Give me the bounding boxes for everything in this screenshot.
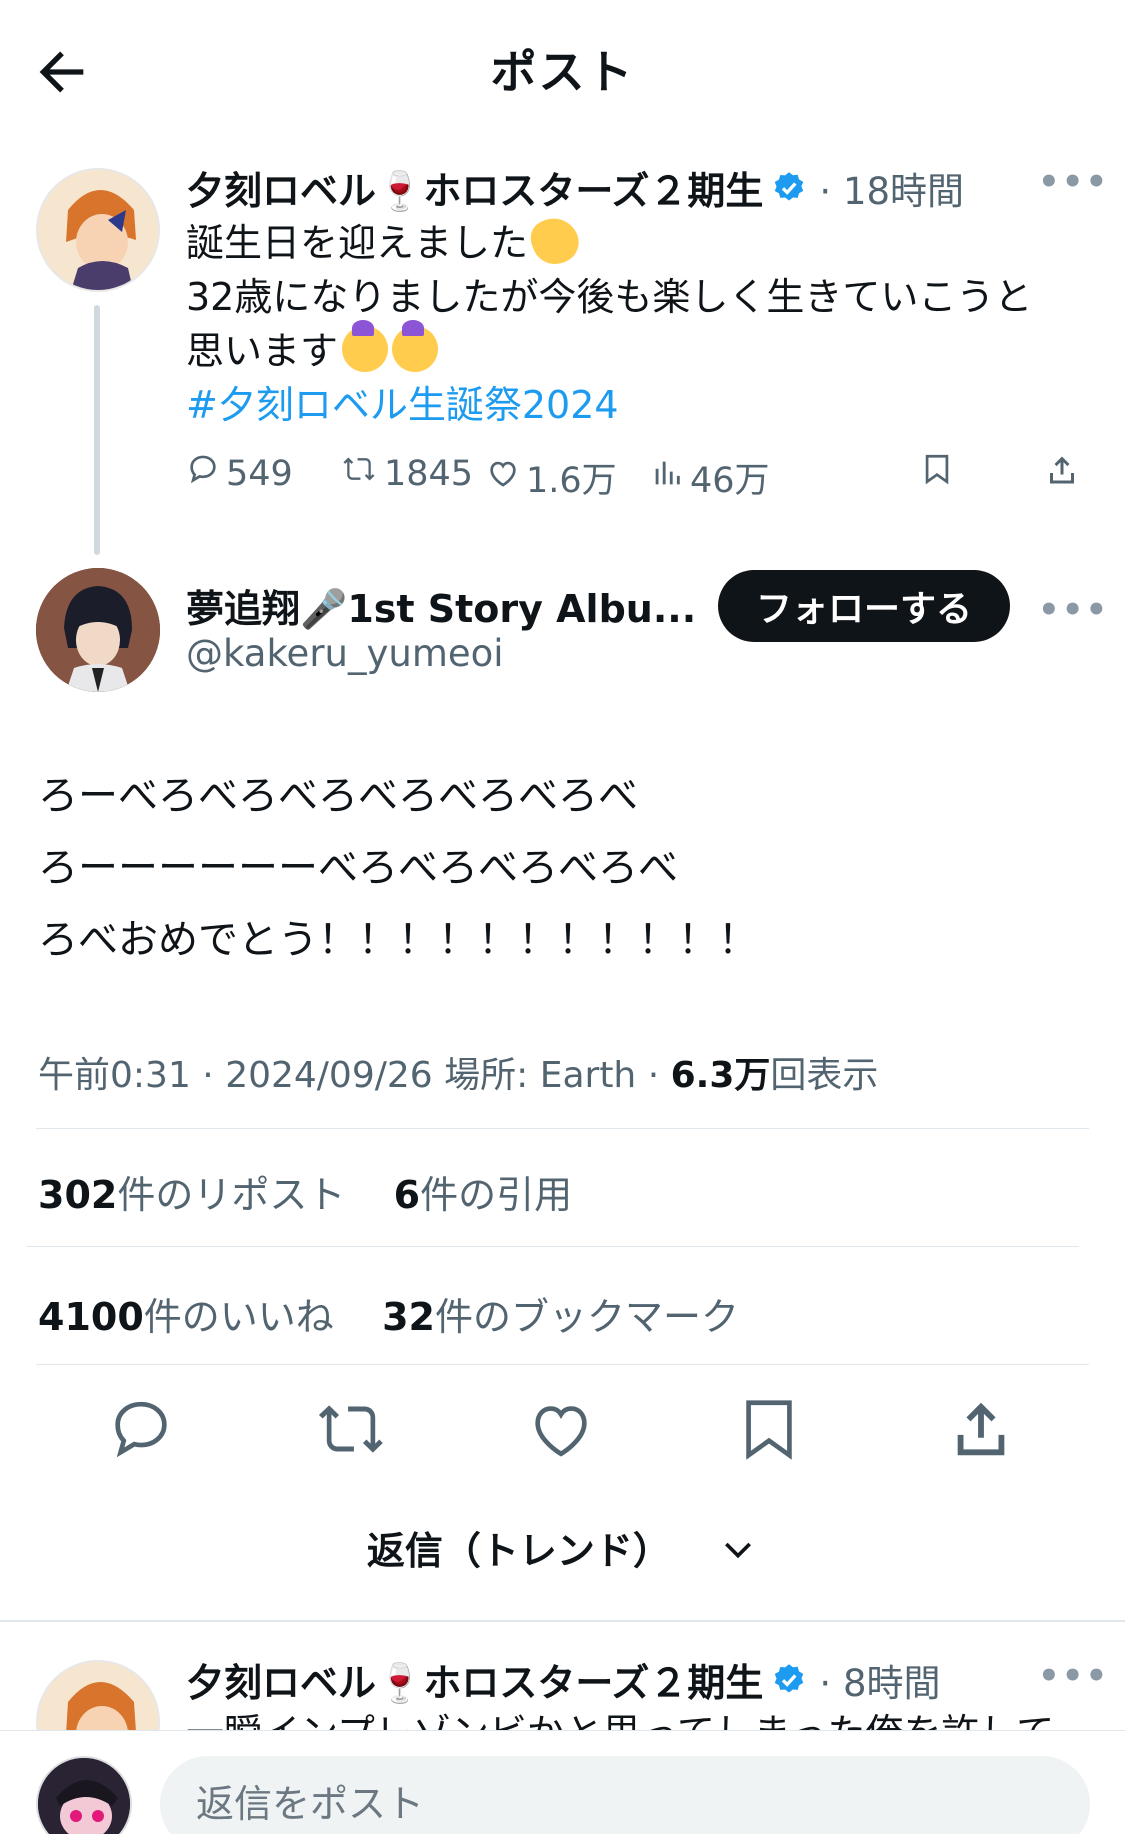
- parent-post-time: 18時間: [842, 169, 965, 213]
- reply-header: 夕刻ロベル🍷ホロスターズ２期生 · 8時間: [186, 1652, 941, 1707]
- reply-time: 8時間: [842, 1661, 941, 1705]
- likes-stat-count: 4100: [38, 1295, 144, 1339]
- views-icon: [650, 456, 690, 499]
- parent-post-line-1: 誕生日を迎えました: [186, 221, 529, 265]
- likes-stat[interactable]: 4100件のいいね: [38, 1295, 334, 1339]
- bookmarks-stat[interactable]: 32件のブックマーク: [382, 1295, 739, 1339]
- repost-count: 1845: [384, 453, 474, 494]
- chevron-down-icon: [718, 1529, 758, 1578]
- views-button[interactable]: 46万: [650, 452, 770, 503]
- parent-post-line-2: 32歳になりましたが今後も楽しく生きていこうと: [186, 275, 1033, 319]
- more-icon[interactable]: •••: [1038, 590, 1109, 630]
- likes-stat-label: 件のいいね: [143, 1295, 334, 1339]
- parent-post-author[interactable]: 夕刻ロベル🍷ホロスターズ２期生: [186, 160, 763, 215]
- divider: [36, 1364, 1089, 1365]
- parent-post-header: 夕刻ロベル🍷ホロスターズ２期生 · 18時間: [186, 160, 964, 215]
- main-post-handle[interactable]: @kakeru_yumeoi: [186, 632, 504, 675]
- parent-post-line-3: 思います: [186, 329, 339, 373]
- reply-count: 549: [226, 453, 293, 494]
- main-post-author[interactable]: 夢追翔🎤1st Story Albu...: [186, 578, 696, 633]
- parent-post-avatar[interactable]: [36, 168, 160, 292]
- like-icon[interactable]: [526, 1394, 596, 1464]
- replies-sort-toggle[interactable]: 返信（トレンド）: [0, 1520, 1125, 1578]
- reply-button[interactable]: 549: [186, 452, 293, 495]
- post-place: 場所: Earth: [444, 1055, 637, 1096]
- reply-input[interactable]: [160, 1756, 1090, 1834]
- post-views-count: 6.3万: [670, 1055, 771, 1096]
- party-face-emoji-icon: [342, 320, 389, 372]
- main-post-action-bar: [0, 1394, 1125, 1464]
- more-icon[interactable]: •••: [1038, 162, 1109, 202]
- views-count: 46万: [690, 461, 770, 501]
- reply-icon[interactable]: [106, 1394, 176, 1464]
- post-views-label: 回表示: [770, 1055, 879, 1096]
- reply-icon: [186, 452, 226, 495]
- quotes-stat-label: 件の引用: [420, 1173, 573, 1217]
- quotes-stat-count: 6: [393, 1173, 421, 1217]
- follow-button[interactable]: フォローする: [718, 570, 1010, 642]
- reposts-stat-label: 件のリポスト: [117, 1173, 346, 1217]
- repost-icon: [340, 452, 384, 495]
- parent-post-actions: 549 1845 1.6万 46万: [186, 452, 1086, 502]
- reposts-stat[interactable]: 302件のリポスト: [38, 1173, 345, 1217]
- stats-row-likes: 4100件のいいね 32件のブックマーク: [38, 1286, 739, 1341]
- party-face-emoji-icon: [392, 320, 439, 372]
- main-post-text: ろーべろべろべろべろべろべろべ ろーーーーーーべろべろべろべろべ ろべおめでとう…: [38, 773, 758, 963]
- bookmark-icon[interactable]: [734, 1394, 804, 1464]
- more-icon[interactable]: •••: [1038, 1656, 1109, 1696]
- repost-button[interactable]: 1845: [340, 452, 473, 495]
- post-time[interactable]: 午前0:31: [38, 1055, 191, 1096]
- replies-sort-label: 返信（トレンド）: [366, 1529, 671, 1573]
- page-title: ポスト: [490, 45, 635, 99]
- bookmark-icon[interactable]: [920, 452, 960, 486]
- thread-line: [94, 305, 100, 555]
- share-icon[interactable]: [1044, 452, 1086, 488]
- like-count: 1.6万: [526, 461, 617, 501]
- reply-author[interactable]: 夕刻ロベル🍷ホロスターズ２期生: [186, 1652, 763, 1707]
- repost-icon[interactable]: [316, 1394, 386, 1464]
- divider: [36, 1128, 1089, 1129]
- stats-row-reposts: 302件のリポスト 6件の引用: [38, 1164, 572, 1219]
- post-date[interactable]: 2024/09/26: [225, 1055, 433, 1096]
- hashtag-link[interactable]: #夕刻ロベル生誕祭2024: [186, 378, 1086, 432]
- main-post-meta: 午前0:31 · 2024/09/26 場所: Earth · 6.3万回表示: [38, 1055, 879, 1096]
- quotes-stat[interactable]: 6件の引用: [394, 1173, 572, 1217]
- divider: [26, 1246, 1079, 1247]
- reply-text: 一瞬インプレゾンビかと思ってしまった俺を許して: [186, 1706, 1086, 1730]
- verified-icon: [771, 1662, 807, 1698]
- verified-icon: [771, 170, 807, 206]
- parent-post-text: 誕生日を迎えました 32歳になりましたが今後も楽しく生きていこうと 思います #…: [186, 211, 1086, 432]
- clap-emoji-icon: [525, 211, 585, 271]
- bookmarks-stat-label: 件のブックマーク: [435, 1295, 740, 1339]
- bookmarks-stat-count: 32: [382, 1295, 435, 1339]
- reposts-stat-count: 302: [38, 1173, 118, 1217]
- section-divider: [0, 1620, 1125, 1622]
- main-post-avatar[interactable]: [36, 568, 160, 692]
- like-button[interactable]: 1.6万: [486, 452, 617, 503]
- like-icon: [486, 456, 526, 499]
- share-icon[interactable]: [946, 1394, 1016, 1464]
